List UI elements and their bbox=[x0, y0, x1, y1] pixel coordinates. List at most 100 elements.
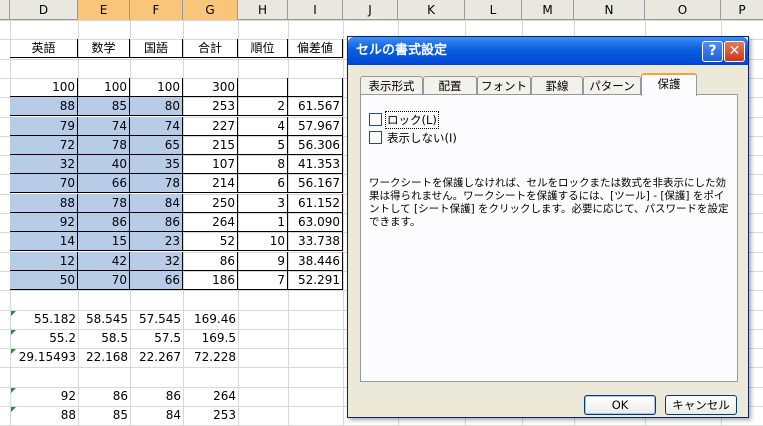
table-cell[interactable]: 66 bbox=[78, 174, 130, 193]
table-cell[interactable]: 42 bbox=[78, 252, 130, 271]
table-cell[interactable]: 78 bbox=[130, 174, 183, 193]
table-header-cell[interactable]: 数学 bbox=[78, 39, 130, 58]
table-cell[interactable]: 22.267 bbox=[130, 348, 183, 367]
table-header-cell[interactable]: 偏差値 bbox=[288, 39, 343, 58]
table-cell[interactable]: 72.228 bbox=[183, 348, 238, 367]
table-header-cell[interactable]: 英語 bbox=[10, 39, 78, 58]
table-cell[interactable]: 79 bbox=[10, 117, 78, 136]
table-cell[interactable]: 15 bbox=[78, 232, 130, 251]
table-cell[interactable]: 6 bbox=[238, 174, 288, 193]
table-cell[interactable]: 12 bbox=[10, 252, 78, 271]
table-cell[interactable]: 85 bbox=[78, 406, 130, 425]
column-header-i[interactable]: I bbox=[288, 0, 343, 20]
table-cell[interactable]: 86 bbox=[78, 387, 130, 406]
table-header-cell[interactable]: 合計 bbox=[183, 39, 238, 58]
table-cell[interactable]: 215 bbox=[183, 136, 238, 155]
table-cell[interactable]: 100 bbox=[130, 78, 183, 97]
table-cell[interactable]: 65 bbox=[130, 136, 183, 155]
table-header-cell[interactable]: 順位 bbox=[238, 39, 288, 58]
table-cell[interactable]: 300 bbox=[183, 78, 238, 97]
table-cell[interactable]: 84 bbox=[130, 406, 183, 425]
table-cell[interactable]: 10 bbox=[238, 232, 288, 251]
table-cell[interactable]: 100 bbox=[10, 78, 78, 97]
column-header-g[interactable]: G bbox=[183, 0, 238, 20]
table-cell[interactable] bbox=[288, 406, 343, 425]
table-cell[interactable]: 86 bbox=[78, 213, 130, 232]
table-cell[interactable]: 7 bbox=[238, 271, 288, 290]
table-cell[interactable] bbox=[288, 348, 343, 367]
table-cell[interactable]: 61.567 bbox=[288, 97, 343, 116]
table-cell[interactable]: 85 bbox=[78, 97, 130, 116]
column-header-k[interactable]: K bbox=[398, 0, 465, 20]
table-cell[interactable]: 250 bbox=[183, 194, 238, 213]
table-cell[interactable] bbox=[238, 329, 288, 348]
table-cell[interactable]: 264 bbox=[183, 213, 238, 232]
tab-patterns[interactable]: パターン bbox=[583, 76, 641, 95]
table-cell[interactable]: 3 bbox=[238, 194, 288, 213]
table-cell[interactable]: 58.5 bbox=[78, 329, 130, 348]
table-cell[interactable]: 70 bbox=[78, 271, 130, 290]
table-cell[interactable]: 86 bbox=[130, 387, 183, 406]
table-cell[interactable]: 92 bbox=[10, 213, 78, 232]
table-cell[interactable]: 63.090 bbox=[288, 213, 343, 232]
table-cell[interactable]: 80 bbox=[130, 97, 183, 116]
column-header-f[interactable]: F bbox=[130, 0, 183, 20]
lock-checkbox-box[interactable] bbox=[369, 113, 382, 126]
tab-font[interactable]: フォント bbox=[477, 76, 531, 95]
table-cell[interactable]: 253 bbox=[183, 97, 238, 116]
table-cell[interactable]: 57.967 bbox=[288, 117, 343, 136]
column-header-n[interactable]: N bbox=[574, 0, 645, 20]
help-button[interactable]: ? bbox=[702, 41, 723, 62]
table-cell[interactable]: 66 bbox=[130, 271, 183, 290]
column-header-o[interactable]: O bbox=[645, 0, 721, 20]
table-cell[interactable]: 264 bbox=[183, 387, 238, 406]
column-header-l[interactable]: L bbox=[465, 0, 522, 20]
table-cell[interactable]: 5 bbox=[238, 136, 288, 155]
tab-alignment[interactable]: 配置 bbox=[423, 76, 477, 95]
table-cell[interactable]: 1 bbox=[238, 213, 288, 232]
table-cell[interactable]: 4 bbox=[238, 117, 288, 136]
table-cell[interactable]: 78 bbox=[78, 136, 130, 155]
table-cell[interactable]: 50 bbox=[10, 271, 78, 290]
table-header-cell[interactable]: 国語 bbox=[130, 39, 183, 58]
column-header-p[interactable]: P bbox=[721, 0, 763, 20]
table-cell[interactable]: 8 bbox=[238, 155, 288, 174]
table-cell[interactable]: 70 bbox=[10, 174, 78, 193]
table-cell[interactable]: 23 bbox=[130, 232, 183, 251]
table-cell[interactable]: 227 bbox=[183, 117, 238, 136]
table-cell[interactable]: 74 bbox=[78, 117, 130, 136]
column-header-h[interactable]: H bbox=[238, 0, 288, 20]
table-cell[interactable]: 55.182 bbox=[10, 310, 78, 329]
cancel-button[interactable]: キャンセル bbox=[665, 395, 737, 415]
table-cell[interactable] bbox=[288, 329, 343, 348]
lock-checkbox[interactable]: ロック(L) bbox=[369, 111, 439, 129]
table-cell[interactable] bbox=[238, 406, 288, 425]
tab-number-format[interactable]: 表示形式 bbox=[360, 76, 423, 95]
table-cell[interactable]: 32 bbox=[130, 252, 183, 271]
table-cell[interactable] bbox=[238, 310, 288, 329]
table-cell[interactable]: 84 bbox=[130, 194, 183, 213]
table-cell[interactable]: 253 bbox=[183, 406, 238, 425]
column-header-d[interactable]: D bbox=[10, 0, 78, 20]
table-cell[interactable]: 88 bbox=[10, 406, 78, 425]
hidden-checkbox-box[interactable] bbox=[369, 131, 382, 144]
table-cell[interactable]: 58.545 bbox=[78, 310, 130, 329]
table-cell[interactable]: 214 bbox=[183, 174, 238, 193]
table-cell[interactable]: 41.353 bbox=[288, 155, 343, 174]
table-cell[interactable]: 86 bbox=[130, 213, 183, 232]
table-cell[interactable]: 14 bbox=[10, 232, 78, 251]
table-cell[interactable]: 186 bbox=[183, 271, 238, 290]
table-cell[interactable] bbox=[288, 78, 343, 97]
close-button[interactable]: ✕ bbox=[724, 41, 745, 62]
table-cell[interactable]: 57.5 bbox=[130, 329, 183, 348]
table-cell[interactable]: 52 bbox=[183, 232, 238, 251]
ok-button[interactable]: OK bbox=[584, 395, 656, 415]
column-header-j[interactable]: J bbox=[343, 0, 398, 20]
table-cell[interactable]: 56.306 bbox=[288, 136, 343, 155]
table-cell[interactable]: 86 bbox=[183, 252, 238, 271]
tab-border[interactable]: 罫線 bbox=[531, 76, 583, 95]
table-cell[interactable]: 22.168 bbox=[78, 348, 130, 367]
table-cell[interactable] bbox=[288, 387, 343, 406]
column-header-m[interactable]: M bbox=[522, 0, 574, 20]
table-cell[interactable]: 9 bbox=[238, 252, 288, 271]
